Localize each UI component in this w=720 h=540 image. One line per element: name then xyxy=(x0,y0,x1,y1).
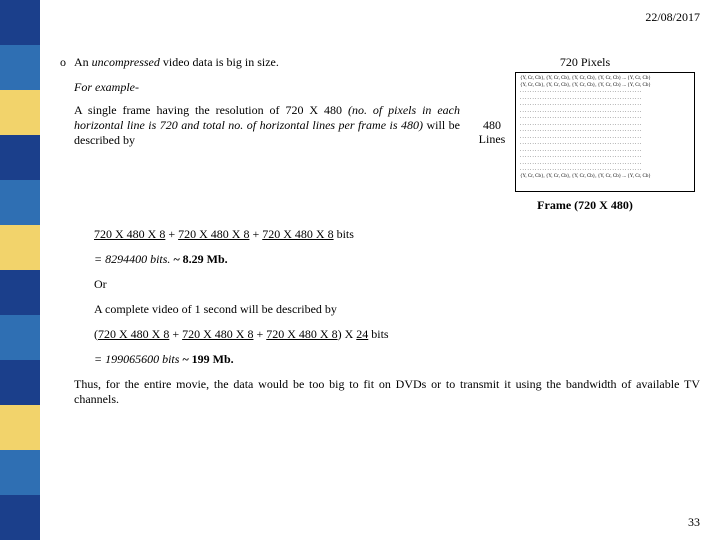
decorative-sidebar xyxy=(0,0,40,540)
conclusion-text: Thus, for the entire movie, the data wou… xyxy=(74,377,700,407)
bullet-marker: o xyxy=(60,55,74,70)
calc-or: Or xyxy=(94,277,700,292)
example-label: For example- xyxy=(74,80,460,95)
page-content: 22/08/2017 o An uncompressed video data … xyxy=(60,10,700,530)
calculation-block: 720 X 480 X 8 + 720 X 480 X 8 + 720 X 48… xyxy=(94,227,700,367)
frame-description: A single frame having the resolution of … xyxy=(74,103,460,148)
calc-line-3: A complete video of 1 second will be des… xyxy=(94,302,700,317)
calc-line-5: = 199065600 bits ~ 199 Mb. xyxy=(94,352,700,367)
figure-left-label: 480 Lines xyxy=(475,118,509,147)
figure-caption: Frame (720 X 480) xyxy=(470,198,700,213)
calc-line-4: (720 X 480 X 8 + 720 X 480 X 8 + 720 X 4… xyxy=(94,327,700,342)
calc-line-1: 720 X 480 X 8 + 720 X 480 X 8 + 720 X 48… xyxy=(94,227,700,242)
frame-figure: 720 Pixels 480 Lines {Y, Cr, Cb}, {Y, Cr… xyxy=(470,55,700,213)
figure-box: {Y, Cr, Cb}, {Y, Cr, Cb}, {Y, Cr, Cb}, {… xyxy=(515,72,695,192)
figure-top-label: 720 Pixels xyxy=(470,55,700,70)
page-date: 22/08/2017 xyxy=(60,10,700,25)
page-number: 33 xyxy=(688,515,700,530)
bullet-text: An uncompressed video data is big in siz… xyxy=(74,55,460,70)
bullet-item: o An uncompressed video data is big in s… xyxy=(60,55,460,70)
calc-line-2: = 8294400 bits. ~ 8.29 Mb. xyxy=(94,252,700,267)
